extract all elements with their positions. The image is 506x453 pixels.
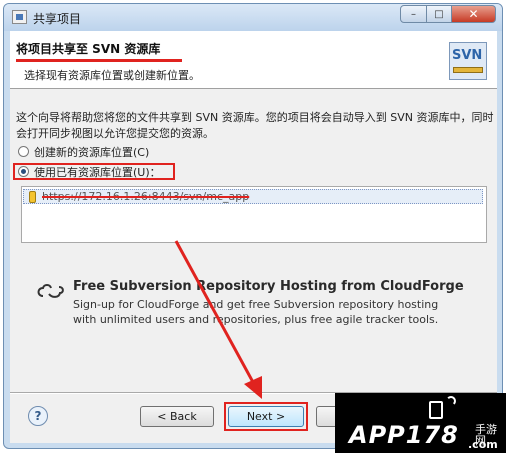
wizard-banner: 将项目共享至 SVN 资源库 选择现有资源库位置或创建新位置。 SVN	[10, 31, 497, 89]
repository-list-item[interactable]: https://172.16.1.26:8443/svn/mc_app	[23, 189, 483, 204]
minimize-button[interactable]: –	[400, 5, 427, 23]
title-bar[interactable]: 共享项目 – □ ✕	[4, 4, 502, 31]
window-title: 共享项目	[33, 12, 82, 26]
phone-icon	[429, 401, 443, 419]
svn-logo-icon: SVN	[449, 42, 487, 80]
cloudforge-line-2: with unlimited users and repositories, p…	[73, 313, 439, 326]
repository-list[interactable]: https://172.16.1.26:8443/svn/mc_app	[21, 186, 487, 243]
dialog-window: 共享项目 – □ ✕ 将项目共享至 SVN 资源库 选择现有资源库位置或创建新位…	[3, 3, 503, 449]
svn-logo-text: SVN	[452, 48, 483, 63]
maximize-button[interactable]: □	[427, 5, 452, 23]
create-new-label: 创建新的资源库位置(C)	[34, 145, 150, 159]
app178-watermark: APP178 手游网 .com	[335, 393, 506, 453]
title-underline-annotation	[16, 59, 182, 62]
intro-text: 这个向导将帮助您将您的文件共享到 SVN 资源库。您的项目将会自动导入到 SVN…	[16, 111, 494, 140]
help-icon[interactable]: ?	[28, 406, 48, 426]
cloudforge-logo-icon	[37, 284, 64, 298]
create-new-location-option[interactable]: 创建新的资源库位置(C)	[18, 144, 149, 159]
wizard-title: 将项目共享至 SVN 资源库	[16, 42, 161, 56]
cloudforge-line-1: Sign-up for CloudForge and get free Subv…	[73, 298, 439, 311]
repository-url: https://172.16.1.26:8443/svn/mc_app	[42, 190, 250, 203]
use-existing-highlight-annotation	[13, 163, 175, 180]
svn-logo-bar	[453, 67, 483, 73]
back-button[interactable]: < Back	[140, 406, 214, 427]
app-icon	[12, 10, 27, 24]
watermark-com: .com	[468, 438, 498, 451]
dialog-content: 将项目共享至 SVN 资源库 选择现有资源库位置或创建新位置。 SVN 这个向导…	[10, 31, 497, 443]
next-button[interactable]: Next >	[228, 406, 304, 427]
watermark-text: APP178	[349, 421, 459, 449]
cloudforge-description: Sign-up for CloudForge and get free Subv…	[73, 297, 438, 327]
radio-create-new[interactable]	[18, 146, 29, 157]
signal-icon	[446, 396, 456, 406]
repository-icon	[29, 190, 36, 203]
close-button[interactable]: ✕	[452, 5, 496, 23]
wizard-description: 选择现有资源库位置或创建新位置。	[24, 69, 200, 82]
cloudforge-title[interactable]: Free Subversion Repository Hosting from …	[73, 279, 464, 294]
window-controls: – □ ✕	[400, 5, 496, 23]
